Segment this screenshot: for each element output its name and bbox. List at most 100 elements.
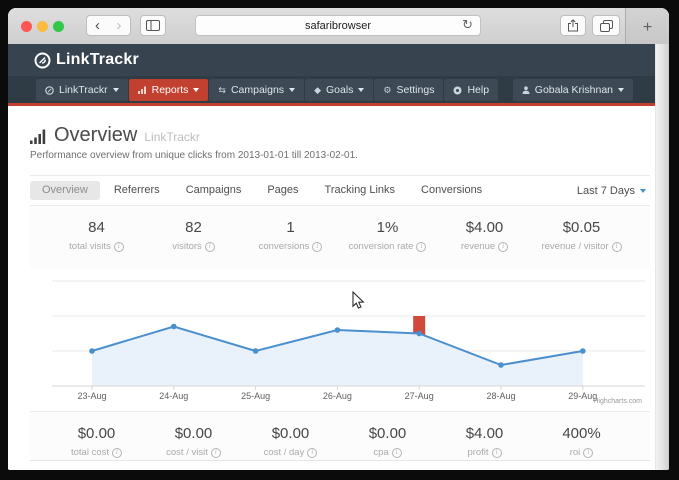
date-range-selector[interactable]: Last 7 Days [577,185,646,197]
stat-label: cost / visit [166,447,208,458]
sidebar-icon [146,20,160,31]
plus-icon: + [643,20,652,36]
menu-item-campaigns[interactable]: ⇆ Campaigns [209,79,304,101]
menu-label: Reports [152,84,189,96]
tab-tracking-links[interactable]: Tracking Links [313,181,408,200]
info-icon[interactable]: i [492,448,502,458]
stat-revenue: $4.00 revenuei [436,219,533,269]
help-icon [453,86,462,95]
brand-logo[interactable]: LinkTrackr [34,51,139,69]
page-content: Overview LinkTrackr Performance overview… [8,106,655,470]
address-bar[interactable]: safaribrowser ↻ [195,15,481,36]
stat-label: conversion rate [349,241,414,252]
link-icon [45,86,54,95]
linktrackr-logo-icon [34,52,51,69]
stat-total-cost: $0.00 total costi [48,425,145,460]
menu-label: Settings [397,84,435,96]
menu-item-settings[interactable]: ⚙ Settings [374,79,443,101]
stat-value: 1% [339,219,436,236]
tab-pages[interactable]: Pages [255,181,310,200]
browser-window: ‹ › safaribrowser ↻ [8,8,669,470]
svg-text:23-Aug: 23-Aug [77,391,106,401]
tab-overview[interactable]: Overview [30,181,100,200]
stat-label: cpa [373,447,388,458]
overview-chart-icon [30,128,47,144]
forward-button[interactable]: › [108,15,131,36]
tabs-icon [600,20,613,32]
show-tabs-button[interactable] [592,15,620,36]
stat-profit: $4.00 profiti [436,425,533,460]
scrollbar-track[interactable] [655,44,669,470]
stat-label: roi [570,447,581,458]
page-title-suffix: LinkTrackr [144,130,200,144]
stat-cpa: $0.00 cpai [339,425,436,460]
info-icon[interactable]: i [498,242,508,252]
svg-text:28-Aug: 28-Aug [486,391,515,401]
main-menu: LinkTrackr Reports ⇆ Campaigns ◆ Goals [8,76,655,103]
stat-conversion-rate: 1% conversion ratei [339,219,436,269]
tab-conversions[interactable]: Conversions [409,181,494,200]
svg-text:27-Aug: 27-Aug [405,391,434,401]
new-tab-button[interactable]: + [625,8,669,44]
zoom-window-button[interactable] [53,21,64,32]
menu-item-goals[interactable]: ◆ Goals [305,79,373,101]
info-icon[interactable]: i [612,242,622,252]
close-window-button[interactable] [21,21,32,32]
stat-value: 1 [242,219,339,236]
tab-referrers[interactable]: Referrers [102,181,172,200]
menu-item-reports[interactable]: Reports [129,79,209,101]
stat-value: $0.00 [242,425,339,442]
menu-label: LinkTrackr [59,84,108,96]
menu-label: Help [467,84,489,96]
back-icon: ‹ [95,17,100,34]
stat-value: $0.00 [339,425,436,442]
info-icon[interactable]: i [416,242,426,252]
user-name: Gobala Krishnan [535,84,613,96]
stat-revenue-visitor: $0.05 revenue / visitori [533,219,630,269]
info-icon[interactable]: i [211,448,221,458]
stat-value: 400% [533,425,630,442]
wrench-icon: ⚙ [383,85,391,96]
stat-visitors: 82 visitorsi [145,219,242,269]
stats-row-top: 84 total visitsi 82 visitorsi 1 conversi… [30,206,650,269]
page-header: Overview LinkTrackr Performance overview… [30,106,650,176]
menu-label: Goals [326,84,353,96]
info-icon[interactable]: i [205,242,215,252]
stat-conversions: 1 conversionsi [242,219,339,269]
minimize-window-button[interactable] [37,21,48,32]
chevron-down-icon [618,88,624,92]
stats-row-bottom: $0.00 total costi $0.00 cost / visiti $0… [30,412,650,461]
tab-campaigns[interactable]: Campaigns [174,181,254,200]
stat-label: cost / day [264,447,305,458]
stat-value: $0.00 [145,425,242,442]
share-button[interactable] [560,15,586,36]
stat-total-visits: 84 total visitsi [48,219,145,269]
stat-roi: 400% roii [533,425,630,460]
page-title: Overview [54,124,137,146]
page-subtitle: Performance overview from unique clicks … [30,150,650,161]
back-button[interactable]: ‹ [86,15,109,36]
user-menu[interactable]: Gobala Krishnan [513,79,633,101]
stat-label: revenue [461,241,495,252]
menu-item-help[interactable]: Help [444,79,498,101]
date-range-label: Last 7 Days [577,185,635,197]
info-icon[interactable]: i [312,242,322,252]
sidebar-toggle-button[interactable] [140,15,166,36]
visits-chart: 23-Aug24-Aug25-Aug26-Aug27-Aug28-Aug29-A… [30,269,650,412]
chevron-down-icon [640,189,646,193]
info-icon[interactable]: i [583,448,593,458]
info-icon[interactable]: i [112,448,122,458]
stat-label: total cost [71,447,109,458]
stat-value: $0.05 [533,219,630,236]
user-icon [522,86,530,94]
info-icon[interactable]: i [307,448,317,458]
svg-text:Highcharts.com: Highcharts.com [593,398,642,405]
stat-label: conversions [259,241,310,252]
menu-item-linktrackr[interactable]: LinkTrackr [36,79,128,101]
svg-text:26-Aug: 26-Aug [323,391,352,401]
chevron-down-icon [289,88,295,92]
info-icon[interactable]: i [392,448,402,458]
info-icon[interactable]: i [114,242,124,252]
refresh-icon[interactable]: ↻ [462,17,473,33]
browser-toolbar: ‹ › safaribrowser ↻ [8,8,669,45]
